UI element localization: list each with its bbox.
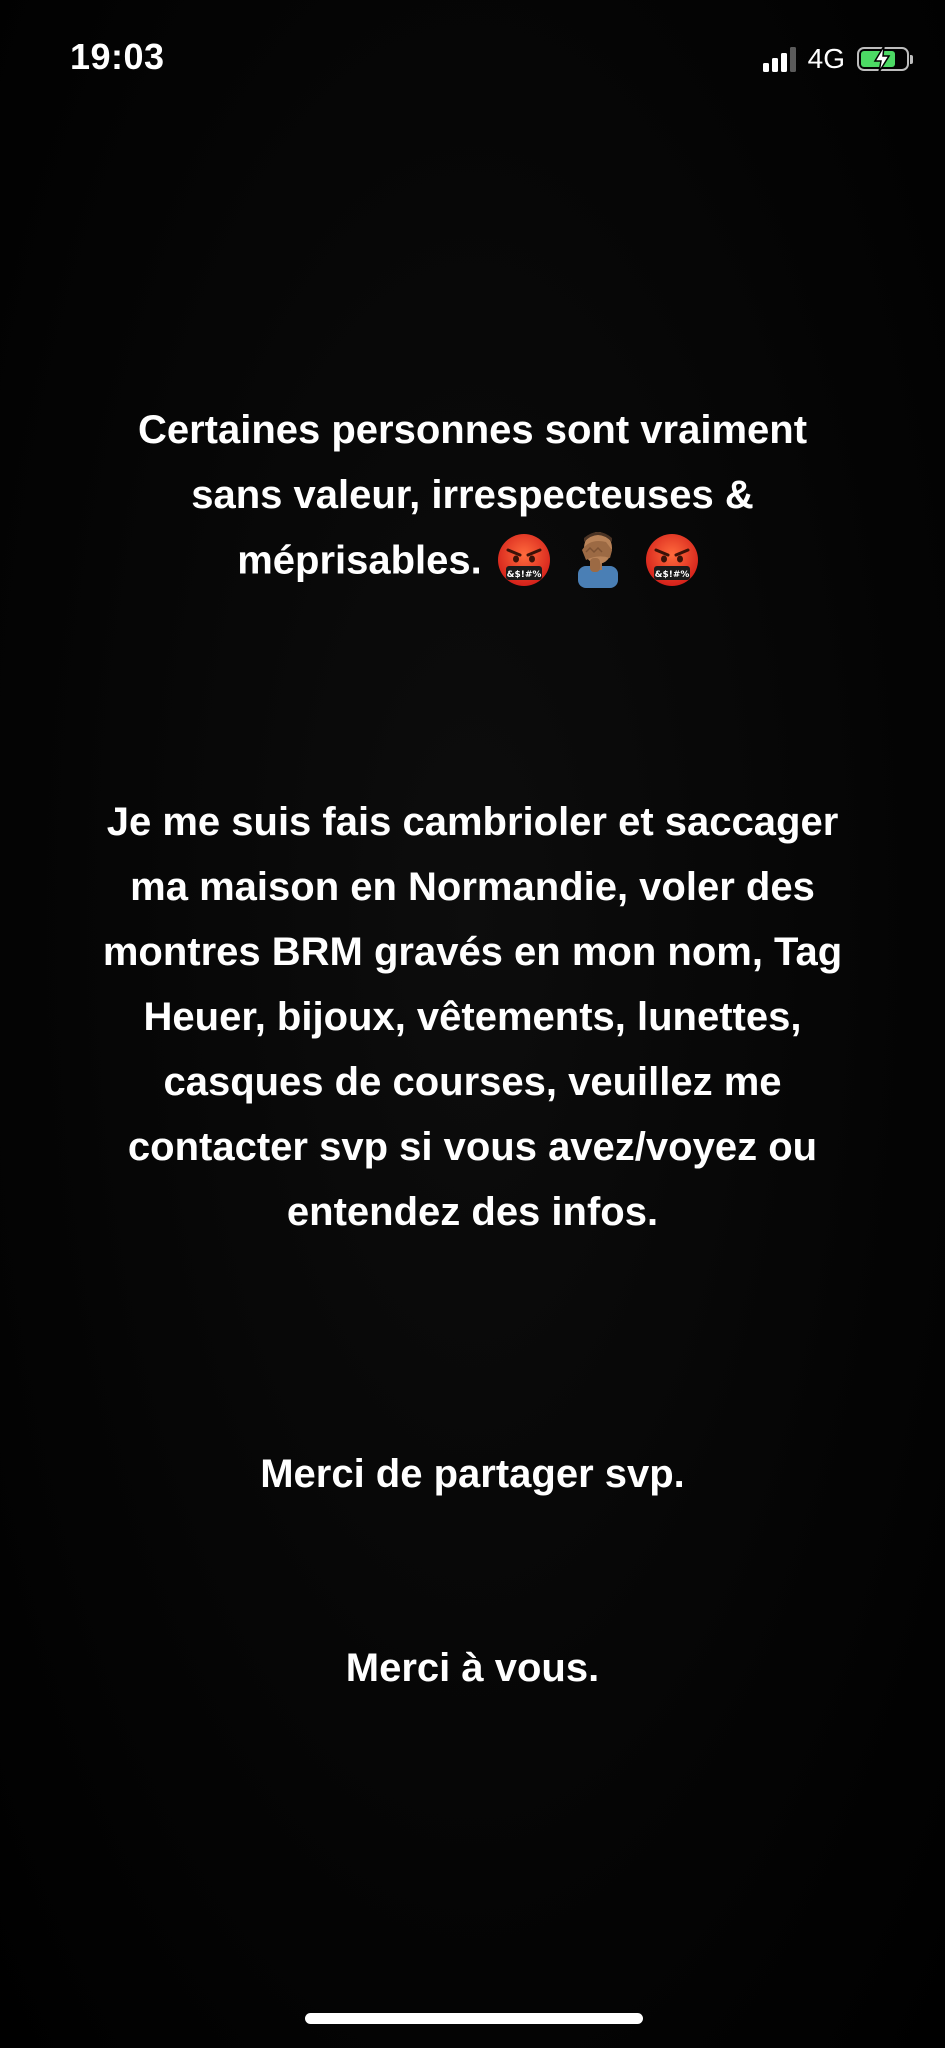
status-time: 19:03 <box>70 36 165 77</box>
story-paragraph-3: Merci de partager svp. <box>260 1452 685 1496</box>
emoji-symbol-text: &$!#% <box>654 570 689 580</box>
status-bar: 19:03 4G <box>0 0 945 120</box>
story-paragraph-1: Certaines personnes sont vraiment sans v… <box>0 398 945 598</box>
face-with-symbols-icon: &$!#% <box>645 534 698 586</box>
network-label: 4G <box>807 43 845 74</box>
battery-icon <box>857 45 913 73</box>
emoji-row: &$!#% &$!#% <box>488 528 708 598</box>
story-paragraph-2: Je me suis fais cambrioler et saccager m… <box>102 800 843 1234</box>
story-screen[interactable]: 19:03 4G Certaines personnes sont vraime… <box>0 0 945 2048</box>
emoji-symbol-text: &$!#% <box>506 570 541 580</box>
home-indicator[interactable] <box>305 2013 643 2024</box>
face-with-symbols-icon: &$!#% <box>497 534 550 586</box>
story-paragraph-4: Merci à vous. <box>345 1646 600 1690</box>
charging-bolt-icon <box>873 45 891 73</box>
status-indicators: 4G <box>762 42 913 76</box>
man-facepalming-icon <box>577 532 618 588</box>
signal-icon <box>762 46 796 72</box>
